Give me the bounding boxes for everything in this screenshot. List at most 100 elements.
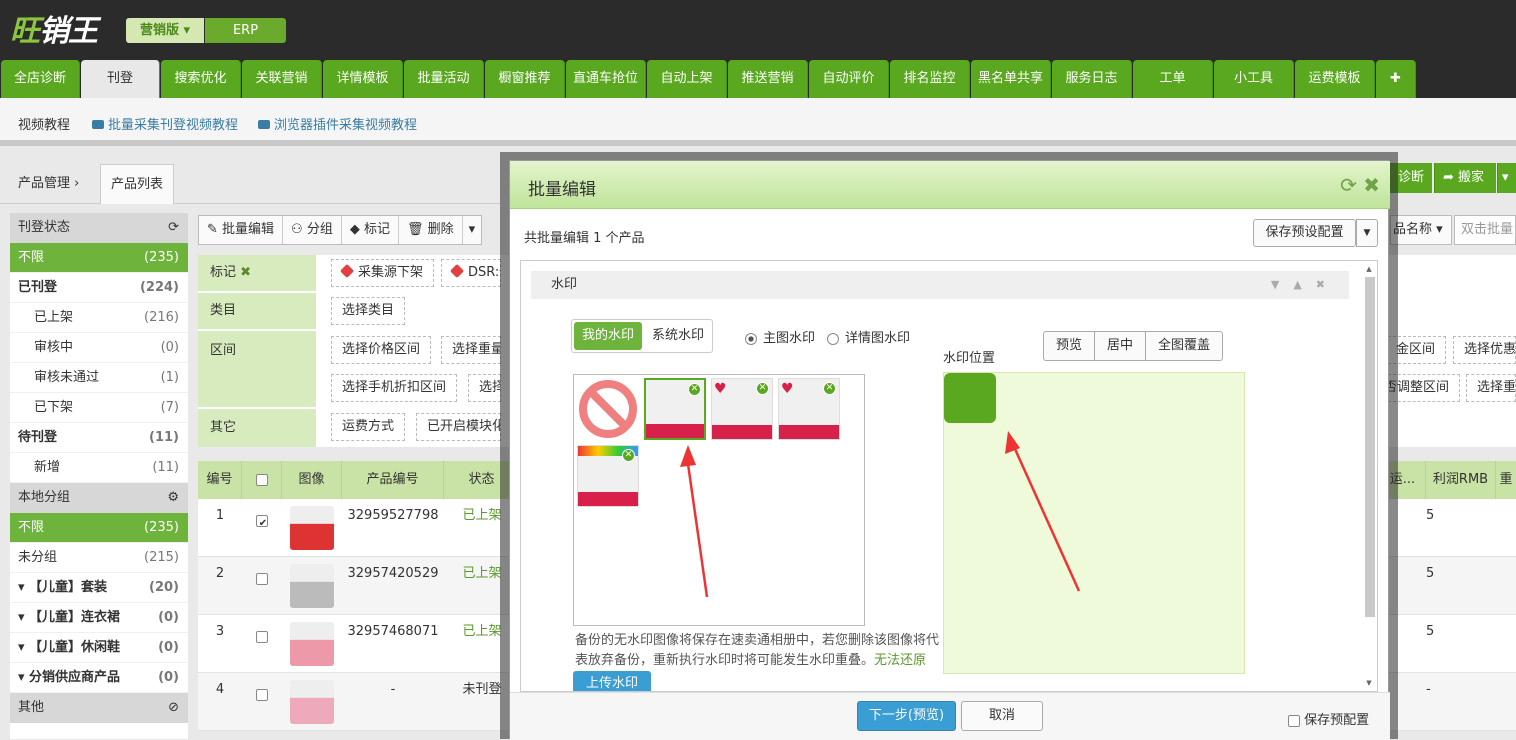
row-checkbox[interactable] — [256, 689, 268, 701]
sidebar-item[interactable]: 待刊登 (11) — [10, 423, 188, 453]
select-category-button[interactable]: 选择类目 — [331, 297, 406, 325]
row-image[interactable] — [282, 673, 342, 731]
delete-button[interactable]: 🗑 删除 — [399, 216, 463, 244]
filter-tag[interactable]: 采集源下架 — [331, 259, 435, 287]
batch-edit-button[interactable]: ✎ 批量编辑 — [199, 216, 284, 244]
tab-16[interactable]: 运费模板 — [1295, 60, 1375, 98]
tab-4[interactable]: 详情模板 — [323, 60, 403, 98]
preset-dropdown[interactable]: ▼ — [1356, 219, 1378, 247]
tab-11[interactable]: 排名监控 — [890, 60, 970, 98]
select-all-checkbox[interactable] — [255, 473, 268, 486]
tab-0[interactable]: 全店诊断 — [1, 60, 80, 98]
refresh-icon[interactable]: ⟳ — [1340, 173, 1357, 197]
edit-icon: ✎ — [207, 222, 223, 237]
checkbox[interactable] — [1288, 714, 1300, 727]
row-select[interactable] — [242, 499, 282, 557]
refresh-icon[interactable]: ⟳ — [168, 213, 179, 243]
sidebar-item[interactable]: ▾ 【儿童】连衣裙 (0) — [10, 603, 188, 633]
row-checkbox[interactable] — [256, 631, 268, 643]
more-dropdown[interactable]: ▾ — [463, 216, 482, 244]
row-checkbox[interactable] — [256, 515, 268, 527]
sidebar-item[interactable]: 已下架 (7) — [10, 393, 188, 423]
product-thumbnail[interactable] — [290, 506, 334, 550]
tab-7[interactable]: 直通车抢位 — [566, 60, 646, 98]
row-select[interactable] — [242, 673, 282, 731]
tab-6[interactable]: 橱窗推荐 — [485, 60, 565, 98]
sidebar-item[interactable]: 审核中 (0) — [10, 333, 188, 363]
sidebar-item[interactable]: 未分组 (215) — [10, 543, 188, 573]
price-range-button[interactable]: 选择价格区间 — [331, 336, 432, 364]
sidebar-item[interactable]: ▾ 分销供应商产品 (0) — [10, 663, 188, 693]
sidebar-item-label: 不限 — [18, 520, 45, 535]
breadcrumb-current[interactable]: 产品列表 — [100, 164, 175, 204]
tab-14[interactable]: 工单 — [1133, 60, 1213, 98]
sidebar-item[interactable]: 已刊登 (224) — [10, 273, 188, 303]
filter-tag[interactable]: 选择优惠 — [1453, 336, 1516, 364]
ban-icon[interactable]: ⊘ — [168, 693, 179, 723]
sidebar-item[interactable]: ▾ 【儿童】套装 (20) — [10, 573, 188, 603]
tab-17[interactable]: ✚ — [1376, 60, 1416, 98]
tab-12[interactable]: 黑名单共享 — [971, 60, 1051, 98]
batch-collect-video-link[interactable]: 批量采集刊登视频教程 — [92, 114, 238, 133]
row-image[interactable] — [282, 615, 342, 673]
tab-10[interactable]: 自动评价 — [809, 60, 889, 98]
tab-8[interactable]: 自动上架 — [647, 60, 727, 98]
product-thumbnail[interactable] — [290, 564, 334, 608]
cancel-button[interactable]: 取消 — [961, 701, 1043, 731]
gear-icon[interactable]: ⚙ — [167, 483, 179, 513]
breadcrumb-root[interactable]: 产品管理 › — [18, 172, 79, 191]
filter-range-label: 区间 — [198, 331, 316, 407]
row-select[interactable] — [242, 557, 282, 615]
name-sort-dropdown[interactable]: 品名称 ▾ — [1390, 215, 1452, 245]
col-product-id: 产品编号 — [342, 461, 444, 499]
filter-tag[interactable]: 选择重 — [1466, 374, 1516, 402]
col-checkbox[interactable] — [242, 461, 282, 499]
plugin-collect-video-link[interactable]: 浏览器插件采集视频教程 — [258, 114, 417, 133]
sidebar-item[interactable]: 已上架 (216) — [10, 303, 188, 333]
move-dropdown[interactable]: ▾ — [1497, 163, 1516, 193]
save-preset-button[interactable]: 保存预设配置 — [1253, 219, 1356, 247]
row-image[interactable] — [282, 499, 342, 557]
sidebar-item-count: (215) — [144, 550, 179, 565]
search-input[interactable]: 双击批量 — [1454, 215, 1516, 245]
row-image[interactable] — [282, 557, 342, 615]
tab-1[interactable]: 刊登 — [81, 60, 160, 98]
version-erp-button[interactable]: ERP — [205, 18, 286, 43]
row-checkbox[interactable] — [256, 573, 268, 585]
filter-tag[interactable]: DSR:低 — [441, 259, 501, 287]
move-button[interactable]: ➦ 搬家 — [1434, 163, 1496, 193]
tab-15[interactable]: 小工具 — [1214, 60, 1294, 98]
row-select[interactable] — [242, 615, 282, 673]
tab-2[interactable]: 搜索优化 — [161, 60, 241, 98]
sidebar-item[interactable]: ▾ 【儿童】休闲鞋 (0) — [10, 633, 188, 663]
sidebar-item[interactable]: 不限 (235) — [10, 243, 188, 273]
filter-tag[interactable]: 否调整区间 — [1388, 374, 1460, 402]
sidebar-item-label: 审核未通过 — [34, 370, 100, 385]
app-logo[interactable]: 旺销王 — [10, 6, 98, 50]
sidebar-item-count: (224) — [139, 280, 179, 295]
dialog-title: 批量编辑 — [528, 180, 596, 200]
tab-9[interactable]: 推送营销 — [728, 60, 808, 98]
weight-range-button[interactable]: 选择重量区 — [441, 336, 501, 364]
product-thumbnail[interactable] — [290, 680, 334, 724]
sidebar-item[interactable]: 不限 (235) — [10, 513, 188, 543]
filter-tag[interactable]: 选择 — [468, 374, 501, 402]
mobile-discount-range-button[interactable]: 选择手机折扣区间 — [331, 374, 458, 402]
sidebar-item-count: (20) — [149, 580, 179, 595]
save-preset-checkbox[interactable]: 保存预配置 — [1288, 709, 1369, 728]
sidebar-item[interactable]: 新增 (11) — [10, 453, 188, 483]
group-button[interactable]: ⚇ 分组 — [283, 216, 342, 244]
product-thumbnail[interactable] — [290, 622, 334, 666]
shipping-method-button[interactable]: 运费方式 — [331, 413, 406, 441]
tab-13[interactable]: 服务日志 — [1052, 60, 1132, 98]
clear-icon[interactable]: ✖ — [240, 265, 251, 280]
close-icon[interactable]: ✖ — [1363, 173, 1380, 197]
module-enabled-button[interactable]: 已开启模块化 — [416, 413, 501, 441]
tab-5[interactable]: 批量活动 — [404, 60, 484, 98]
mark-button[interactable]: ◆ 标记 — [342, 216, 400, 244]
tag-icon — [339, 263, 355, 279]
version-marketing-button[interactable]: 营销版 ▾ — [126, 18, 204, 43]
tab-3[interactable]: 关联营销 — [242, 60, 322, 98]
next-preview-button[interactable]: 下一步(预览) — [857, 701, 956, 731]
sidebar-item[interactable]: 审核未通过 (1) — [10, 363, 188, 393]
